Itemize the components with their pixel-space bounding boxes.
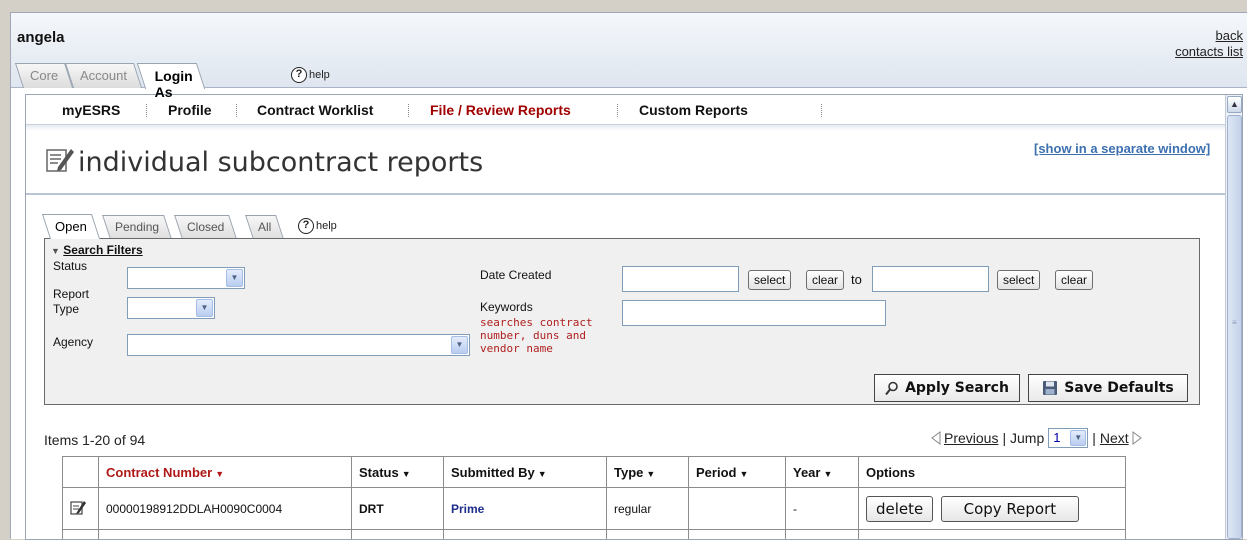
date-to-clear-button[interactable]: clear bbox=[1055, 270, 1093, 290]
chevron-down-icon: ▼ bbox=[451, 336, 468, 354]
cell-submitted-by[interactable]: Prime bbox=[444, 488, 607, 530]
column-header-submitted-by[interactable]: Submitted By▼ bbox=[444, 457, 607, 488]
edit-row-icon bbox=[70, 499, 86, 515]
jump-select[interactable]: 1 ▼ bbox=[1048, 428, 1088, 448]
menu-item-contract-worklist[interactable]: Contract Worklist bbox=[257, 102, 373, 118]
column-header-status[interactable]: Status▼ bbox=[352, 457, 444, 488]
chevron-down-icon: ▼ bbox=[226, 269, 243, 287]
chevron-down-icon: ▼ bbox=[1070, 430, 1086, 446]
status-tabs: Open Pending Closed All ?help bbox=[46, 212, 546, 239]
save-defaults-button[interactable]: Save Defaults bbox=[1028, 374, 1188, 402]
previous-arrow-icon bbox=[931, 431, 941, 445]
date-to-select-button[interactable]: select bbox=[997, 270, 1040, 290]
app-frame: angela back contacts list Core Account L… bbox=[10, 12, 1247, 539]
next-separator: | bbox=[1092, 430, 1096, 446]
top-header: angela back contacts list Core Account L… bbox=[11, 13, 1247, 88]
page-title-row: individual subcontract reports [show in … bbox=[26, 133, 1242, 195]
sort-caret-icon: ▼ bbox=[402, 469, 411, 479]
cell-year: - bbox=[786, 488, 859, 530]
agency-label: Agency bbox=[53, 335, 93, 350]
next-arrow-icon bbox=[1132, 431, 1142, 445]
apply-search-button[interactable]: Apply Search bbox=[874, 374, 1020, 402]
page-title: individual subcontract reports bbox=[78, 147, 483, 178]
column-header-year[interactable]: Year▼ bbox=[786, 457, 859, 488]
column-header-contract-number[interactable]: Contract Number▼ bbox=[99, 457, 352, 488]
keywords-input[interactable] bbox=[622, 300, 886, 326]
agency-select[interactable]: ▼ bbox=[127, 334, 470, 356]
triangle-down-icon: ▼ bbox=[51, 246, 60, 256]
keywords-hint: searches contract number, duns and vendo… bbox=[480, 316, 615, 355]
tab-account[interactable]: Account bbox=[65, 63, 142, 88]
reports-table: Contract Number▼ Status▼ Submitted By▼ T… bbox=[62, 456, 1126, 540]
separate-window-link[interactable]: [show in a separate window] bbox=[1034, 141, 1210, 156]
to-label: to bbox=[851, 272, 862, 287]
column-header-icon bbox=[63, 457, 99, 488]
menu-item-myesrs[interactable]: myESRS bbox=[62, 102, 120, 118]
table-row bbox=[63, 530, 1126, 540]
items-count: Items 1-20 of 94 bbox=[44, 432, 145, 448]
tab-closed[interactable]: Closed bbox=[174, 215, 237, 239]
top-help-link[interactable]: ?help bbox=[291, 67, 330, 83]
cell-status: DRT bbox=[352, 488, 444, 530]
tab-all[interactable]: All bbox=[245, 215, 284, 239]
menu-item-profile[interactable]: Profile bbox=[168, 102, 212, 118]
contacts-list-link[interactable]: contacts list bbox=[1175, 44, 1243, 60]
cell-type: regular bbox=[607, 488, 689, 530]
previous-link[interactable]: Previous bbox=[944, 430, 998, 446]
table-row: 00000198912DDLAH0090C0004 DRT Prime regu… bbox=[63, 488, 1126, 530]
date-created-label: Date Created bbox=[480, 268, 551, 283]
report-type-label: Report Type bbox=[53, 287, 103, 317]
date-from-clear-button[interactable]: clear bbox=[806, 270, 844, 290]
date-from-select-button[interactable]: select bbox=[748, 270, 791, 290]
column-header-type[interactable]: Type▼ bbox=[607, 457, 689, 488]
help-icon: ? bbox=[298, 218, 314, 234]
sort-caret-icon: ▼ bbox=[538, 469, 547, 479]
status-select[interactable]: ▼ bbox=[127, 267, 245, 289]
floppy-disk-icon bbox=[1042, 380, 1058, 396]
sort-caret-icon: ▼ bbox=[739, 469, 748, 479]
help-icon: ? bbox=[291, 67, 307, 83]
row-edit-cell[interactable] bbox=[63, 488, 99, 530]
table-header-row: Contract Number▼ Status▼ Submitted By▼ T… bbox=[63, 457, 1126, 488]
username: angela bbox=[17, 29, 65, 46]
sort-caret-icon: ▼ bbox=[646, 469, 655, 479]
date-from-input[interactable] bbox=[622, 266, 739, 292]
jump-label: | Jump bbox=[1002, 430, 1044, 446]
column-header-options: Options bbox=[859, 457, 1126, 488]
tab-pending[interactable]: Pending bbox=[102, 215, 172, 239]
vertical-scrollbar[interactable]: ▲ ≡ bbox=[1225, 95, 1242, 540]
menu-item-file-review-reports[interactable]: File / Review Reports bbox=[430, 102, 571, 118]
top-links: back contacts list bbox=[1175, 28, 1243, 60]
report-type-select[interactable]: ▼ bbox=[127, 297, 215, 319]
keywords-label: Keywords bbox=[480, 300, 533, 315]
scrollbar-thumb[interactable]: ≡ bbox=[1227, 115, 1242, 539]
status-label: Status bbox=[53, 259, 87, 274]
column-header-period[interactable]: Period▼ bbox=[689, 457, 786, 488]
tab-login-as[interactable]: Login As bbox=[137, 63, 206, 89]
sort-caret-icon: ▼ bbox=[823, 469, 832, 479]
edit-report-icon bbox=[46, 145, 74, 173]
date-to-input[interactable] bbox=[872, 266, 989, 292]
cell-contract-number: 00000198912DDLAH0090C0004 bbox=[99, 488, 352, 530]
tab-open[interactable]: Open bbox=[42, 214, 100, 239]
magnifier-icon bbox=[885, 381, 899, 396]
cell-period bbox=[689, 488, 786, 530]
chevron-down-icon: ▼ bbox=[196, 299, 213, 317]
back-link[interactable]: back bbox=[1175, 28, 1243, 44]
content-window: myESRS Profile Contract Worklist File / … bbox=[25, 94, 1243, 540]
delete-button[interactable]: delete bbox=[866, 496, 933, 522]
scroll-up-icon[interactable]: ▲ bbox=[1227, 96, 1242, 113]
next-link[interactable]: Next bbox=[1100, 430, 1129, 446]
sort-caret-icon: ▼ bbox=[215, 469, 224, 479]
copy-report-button[interactable]: Copy Report bbox=[941, 496, 1080, 522]
pager: Previous | Jump 1 ▼ | Next bbox=[931, 428, 1142, 448]
cell-options: delete Copy Report bbox=[859, 488, 1126, 530]
tab-core[interactable]: Core bbox=[15, 63, 73, 88]
search-filters-toggle[interactable]: ▼ Search Filters bbox=[51, 243, 143, 257]
tabs-help-link[interactable]: ?help bbox=[298, 218, 337, 234]
main-menu: myESRS Profile Contract Worklist File / … bbox=[26, 95, 1242, 125]
search-filters-panel: ▼ Search Filters Status ▼ Report Type ▼ … bbox=[44, 238, 1200, 405]
menu-item-custom-reports[interactable]: Custom Reports bbox=[639, 102, 748, 118]
